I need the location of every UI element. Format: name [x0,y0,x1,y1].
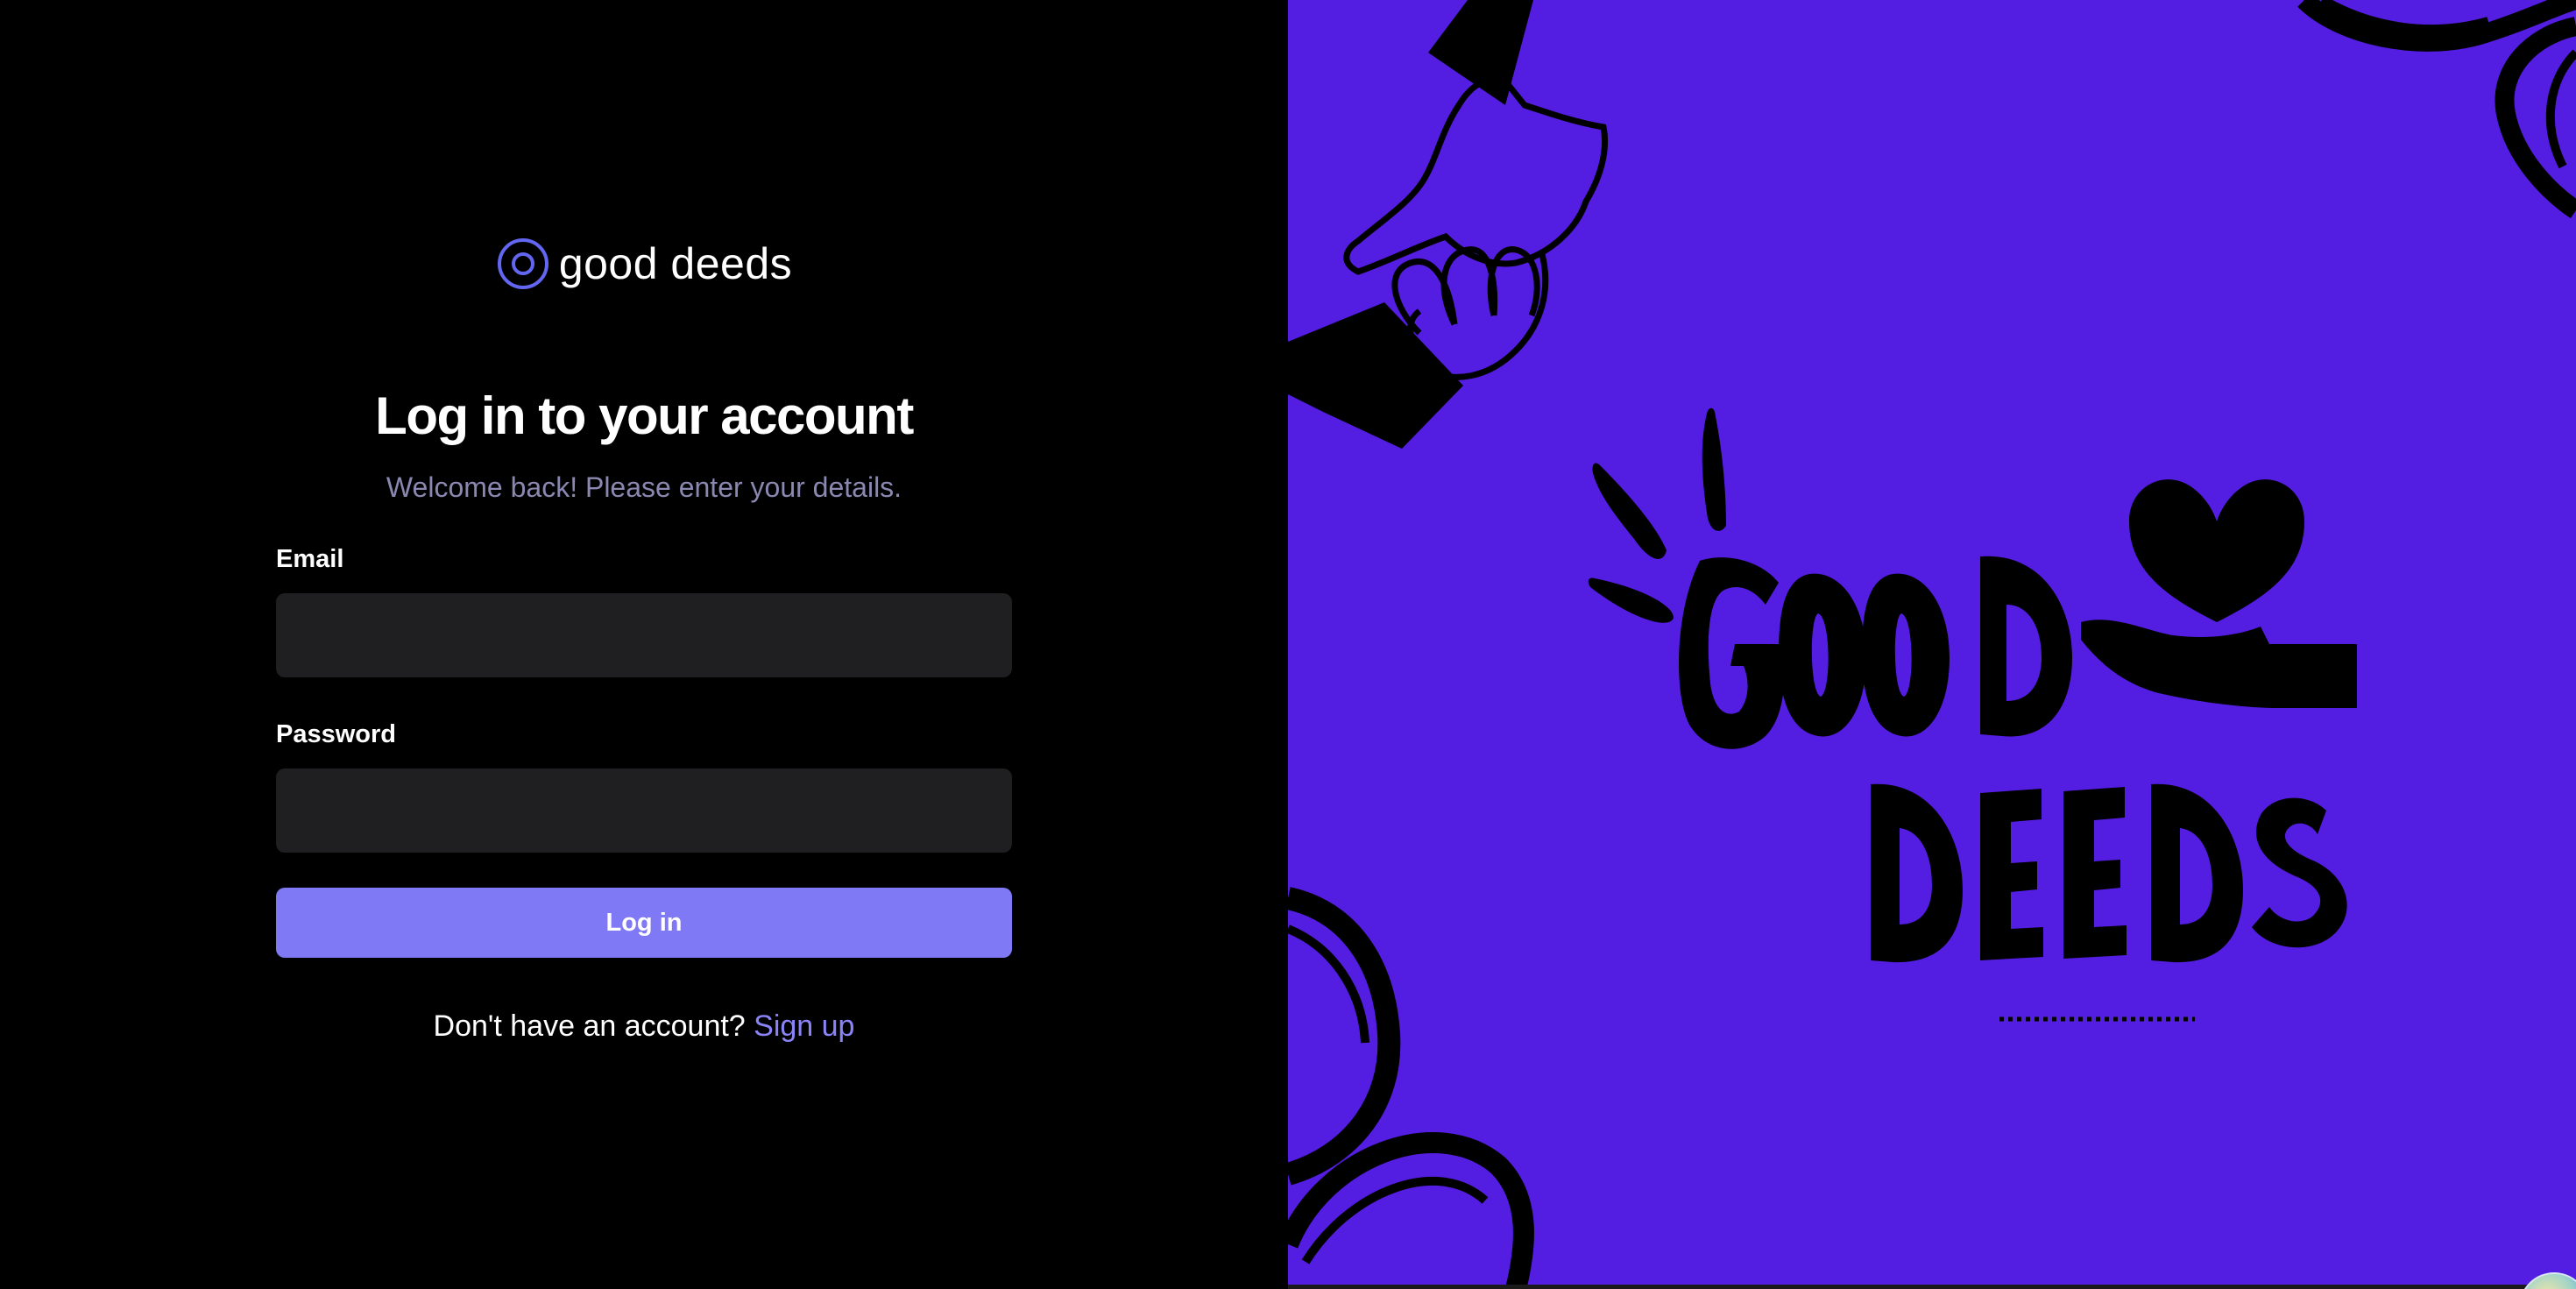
login-panel: good deeds Log in to your account Welcom… [0,0,1288,1289]
good-deeds-artwork [1288,0,2576,1289]
signup-row: Don't have an account? Sign up [0,1009,1288,1044]
scribble-circle-icon [2297,0,2576,219]
divider [1288,1285,2576,1289]
brand-name: good deeds [558,239,793,288]
signup-link[interactable]: Sign up [754,1009,854,1043]
login-page: good deeds Log in to your account Welcom… [0,0,2576,1289]
page-title: Log in to your account [375,386,914,445]
email-label: Email [276,545,344,573]
login-button[interactable]: Log in [276,888,1012,958]
handshake-icon [1288,0,1609,449]
signup-prompt: Don't have an account? [433,1009,746,1043]
email-field[interactable] [276,593,1012,677]
password-field[interactable] [276,768,1012,853]
circle-target-icon [497,238,548,289]
hero-illustration [1288,0,2576,1289]
heart-in-hand-icon [2081,479,2357,708]
deeds-lettering [1871,783,2347,963]
good-lettering [1679,556,2072,749]
brand: good deeds [0,237,1288,291]
scribble-circle-icon [1288,887,1534,1289]
password-label: Password [276,720,396,748]
page-subtitle: Welcome back! Please enter your details. [386,471,902,503]
